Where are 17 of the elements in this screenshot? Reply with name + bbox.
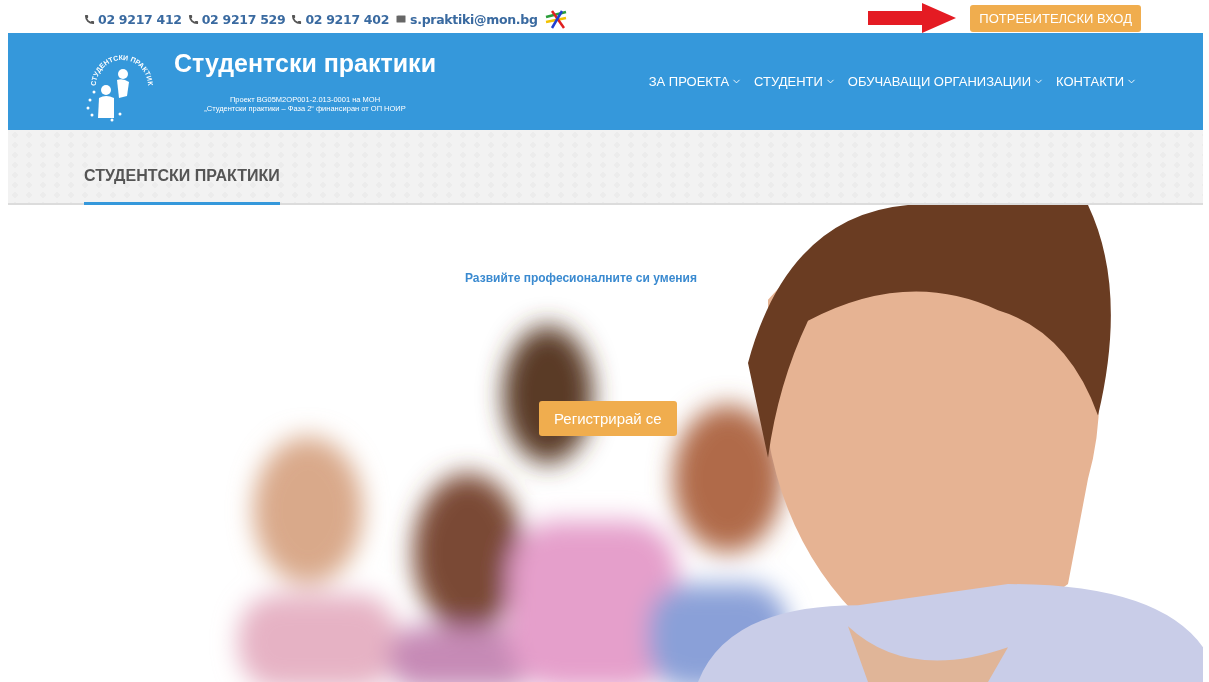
phone-link[interactable]: 02 9217 529 [187, 11, 286, 27]
phone-link[interactable]: 02 9217 412 [84, 11, 182, 27]
email-link[interactable]: s.praktiki@mon.bg [395, 11, 538, 27]
phone-icon [84, 13, 95, 25]
phone-link[interactable]: 02 9217 402 [291, 11, 390, 27]
nav-item[interactable]: КОНТАКТИ [1056, 74, 1137, 89]
login-button[interactable]: ПОТРЕБИТЕЛСКИ ВХОД [970, 4, 1141, 32]
nav-item[interactable]: ОБУЧАВАЩИ ОРГАНИЗАЦИИ [847, 74, 1045, 89]
nav-item[interactable]: ЗА ПРОЕКТА [648, 74, 743, 89]
nav-item[interactable]: СТУДЕНТИ [754, 74, 836, 89]
register-button[interactable]: Регистрирай се [539, 401, 677, 436]
mail-icon [395, 13, 408, 25]
phone-icon [291, 13, 303, 25]
logo-icon [543, 9, 568, 29]
site-title: Студентски практики [174, 49, 436, 79]
phone-icon [187, 13, 199, 25]
hero-tagline: Развийте професионалните си умения [465, 271, 697, 285]
